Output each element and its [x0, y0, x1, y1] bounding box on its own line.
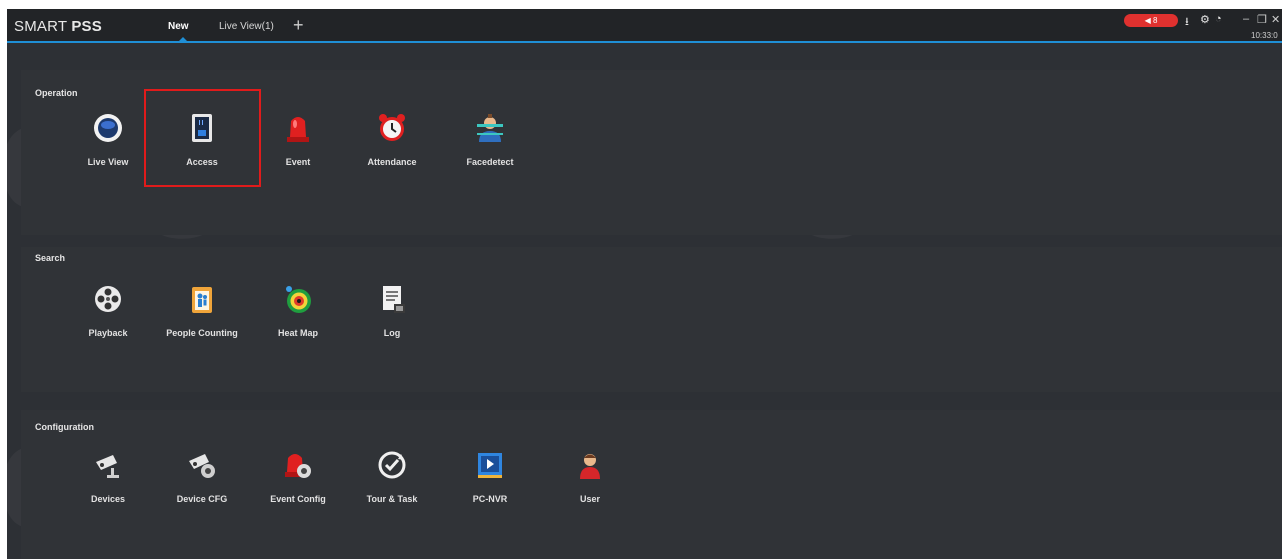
title-bar: SMART PSS New Live View(1) + ◀ 8 ⭳ ⚙ ◔ –…: [7, 9, 1282, 43]
dashboard-icon[interactable]: ◔: [1215, 13, 1222, 25]
tile-label: User: [579, 494, 600, 504]
alarm-settings-icon: [283, 450, 313, 480]
app-title-bold: PSS: [71, 18, 102, 35]
download-icon[interactable]: ⭳: [1185, 13, 1189, 32]
tile-label: Tour & Task: [366, 494, 418, 504]
tile-label: People Counting: [166, 328, 238, 338]
alarm-badge[interactable]: ◀ 8: [1124, 14, 1178, 27]
section-title-operation: Operation: [35, 88, 78, 98]
camera-settings-icon: [187, 450, 217, 480]
section-title-configuration: Configuration: [35, 422, 94, 432]
live-view-icon: [93, 113, 123, 143]
tile-tour-task[interactable]: Tour & Task: [337, 450, 447, 530]
app-window: digitklik digitklik digitklik digitklik …: [7, 9, 1282, 559]
tile-device-cfg[interactable]: Device CFG: [147, 450, 257, 530]
section-title-search: Search: [35, 253, 66, 263]
tile-people-counting[interactable]: People Counting: [147, 284, 257, 364]
pc-nvr-icon: [475, 450, 505, 480]
alarm-light-icon: [283, 113, 313, 143]
minimize-icon[interactable]: –: [1243, 13, 1249, 25]
tab-live-view[interactable]: Live View(1): [219, 21, 274, 32]
tile-label: Device CFG: [176, 494, 228, 504]
heat-map-icon: [283, 284, 313, 314]
film-reel-icon: [93, 284, 123, 314]
add-tab-button[interactable]: +: [293, 16, 304, 34]
camera-icon: [93, 450, 123, 480]
tile-facedetect[interactable]: Facedetect: [435, 113, 545, 193]
tile-label: PC-NVR: [472, 494, 508, 504]
close-icon[interactable]: ✕: [1271, 13, 1280, 26]
tile-label: Facedetect: [466, 157, 514, 167]
tile-label: Log: [383, 328, 401, 338]
app-title-prefix: SMART: [14, 18, 72, 35]
gear-icon[interactable]: ⚙: [1200, 13, 1210, 26]
tile-attendance[interactable]: Attendance: [337, 113, 447, 193]
tile-user[interactable]: User: [535, 450, 645, 530]
alarm-count: 8: [1152, 16, 1158, 25]
people-counting-icon: [187, 284, 217, 314]
active-tab-indicator: [178, 37, 188, 42]
tab-new[interactable]: New: [168, 21, 189, 32]
clock: 10:33:0: [1251, 31, 1278, 40]
alarm-clock-icon: [377, 113, 407, 143]
face-detect-icon: [475, 113, 505, 143]
log-document-icon: [377, 284, 407, 314]
tile-label: Attendance: [367, 157, 417, 167]
restore-icon[interactable]: ❐: [1257, 13, 1267, 26]
user-icon: [575, 450, 605, 480]
tile-log[interactable]: Log: [337, 284, 447, 364]
app-title: SMART PSS: [14, 18, 102, 35]
tile-pc-nvr[interactable]: PC-NVR: [435, 450, 545, 530]
tour-task-icon: [377, 450, 407, 480]
